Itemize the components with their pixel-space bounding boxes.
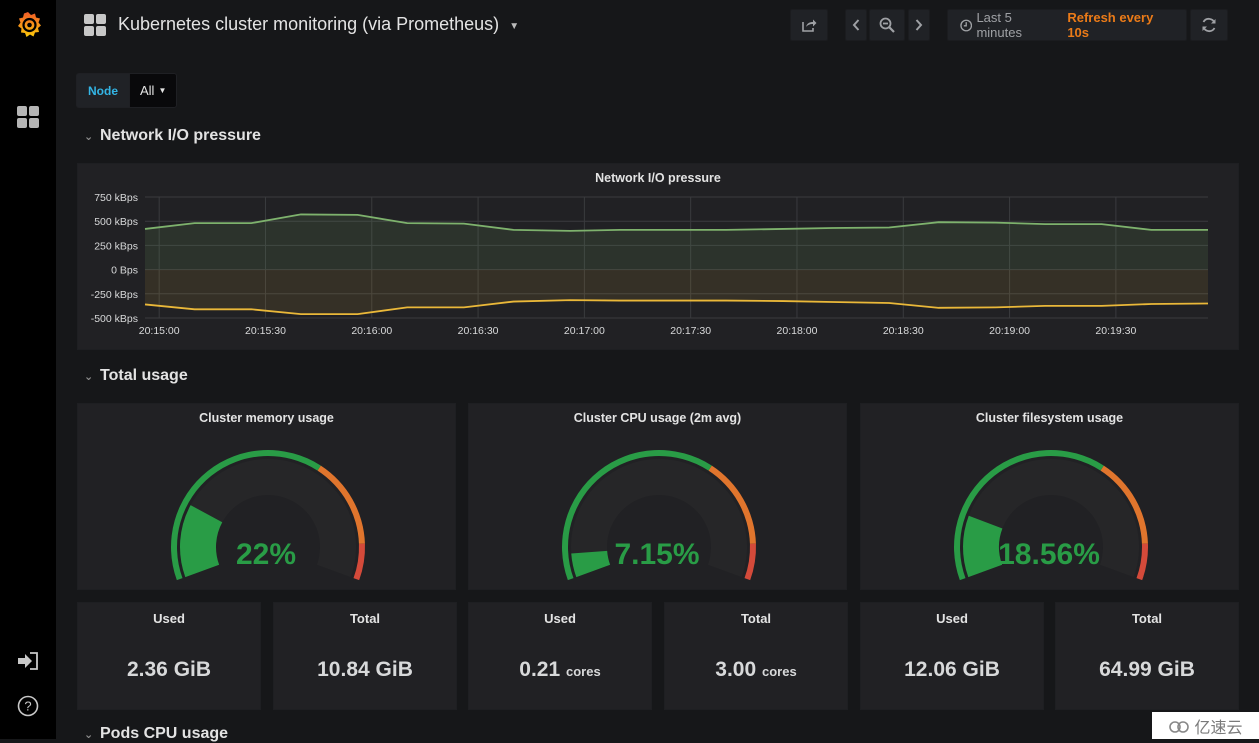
gauge-panel-cpu: Cluster CPU usage (2m avg) 7.15% xyxy=(468,403,847,590)
y-tick-label: 500 kBps xyxy=(94,216,138,228)
sidebar: ? xyxy=(0,0,56,739)
chevron-down-icon: ⌄ xyxy=(84,130,94,143)
chevron-left-icon xyxy=(852,19,860,31)
stat-title: Total xyxy=(740,611,772,626)
gauge-panel-filesystem: Cluster filesystem usage 18.56% xyxy=(860,403,1239,590)
variable-select-node[interactable]: All ▼ xyxy=(129,73,178,108)
stat-memory-used: Used 2.36 GiB xyxy=(77,602,261,710)
stat-memory-total: Total 10.84 GiB xyxy=(273,602,457,710)
row-title: Total usage xyxy=(100,367,188,384)
stat-fs-used: Used 12.06 GiB xyxy=(860,602,1044,710)
stat-title: Used xyxy=(936,611,968,626)
y-tick-label: 750 kBps xyxy=(94,192,138,204)
time-range-label: Last 5 minutes xyxy=(976,10,1022,40)
gauge-value-text: 18.56% xyxy=(998,538,1100,571)
variable-value: All xyxy=(140,83,155,98)
variable-label-node: Node xyxy=(76,73,129,108)
series-area-received xyxy=(145,214,1208,270)
clock-icon xyxy=(960,19,973,31)
chevron-right-icon xyxy=(915,19,923,31)
stat-value: 12.06 GiB xyxy=(904,658,1000,681)
x-tick-label: 20:19:30 xyxy=(1095,325,1136,337)
y-tick-label: 250 kBps xyxy=(94,240,138,252)
share-button[interactable] xyxy=(790,9,828,41)
zoom-out-icon xyxy=(879,17,895,33)
time-forward-button[interactable] xyxy=(908,9,930,41)
memory-gauge: 22% xyxy=(171,450,365,581)
dashboards-icon[interactable] xyxy=(0,104,56,130)
network-io-panel: Network I/O pressure 750 kBps 500 kBps 250… xyxy=(77,163,1239,350)
share-icon xyxy=(802,19,817,32)
stat-value: 0.21 cores xyxy=(519,658,601,681)
help-icon[interactable]: ? xyxy=(0,694,56,718)
chevron-down-icon: ⌄ xyxy=(84,370,94,383)
watermark: 亿速云 xyxy=(1152,712,1259,739)
stat-title: Total xyxy=(349,611,381,626)
dashboard-grid-icon xyxy=(84,14,106,36)
x-tick-label: 20:18:30 xyxy=(883,325,924,337)
stat-value: 10.84 GiB xyxy=(317,658,413,681)
row-title: Network I/O pressure xyxy=(100,127,261,144)
y-tick-label: 0 Bps xyxy=(111,265,138,277)
dashboard-title: Kubernetes cluster monitoring (via Prome… xyxy=(118,14,500,34)
row-header-pods-cpu[interactable]: ⌄ Pods CPU usage xyxy=(84,725,228,743)
series-area-transmitted xyxy=(145,269,1208,315)
x-tick-label: 20:17:00 xyxy=(564,325,605,337)
caret-down-icon: ▼ xyxy=(158,86,167,95)
sign-in-icon[interactable] xyxy=(0,650,56,672)
stat-value: 64.99 GiB xyxy=(1099,658,1195,681)
filesystem-gauge: 18.56% xyxy=(954,450,1148,581)
refresh-icon xyxy=(1202,17,1216,33)
stat-fs-total: Total 64.99 GiB xyxy=(1055,602,1239,710)
stat-value: 2.36 GiB xyxy=(126,658,212,681)
x-tick-label: 20:16:30 xyxy=(458,325,499,337)
x-tick-label: 20:18:00 xyxy=(777,325,818,337)
network-io-chart[interactable]: 750 kBps 500 kBps 250 kBps 0 Bps -250 kBps -5… xyxy=(78,164,1240,351)
stat-cpu-used: Used 0.21 cores xyxy=(468,602,652,710)
stat-title: Used xyxy=(153,611,185,626)
stat-title: Total xyxy=(1131,611,1163,626)
refresh-button[interactable] xyxy=(1190,9,1228,41)
x-tick-label: 20:15:00 xyxy=(139,325,180,337)
time-back-button[interactable] xyxy=(845,9,867,41)
gauge-value-bar xyxy=(571,550,611,578)
stat-title: Used xyxy=(544,611,576,626)
top-navbar: Kubernetes cluster monitoring (via Prome… xyxy=(56,0,1259,50)
gauge-value-text: 22% xyxy=(236,538,296,571)
grafana-logo-icon[interactable] xyxy=(0,6,56,44)
y-tick-label: -500 kBps xyxy=(91,313,138,325)
dashboard-main: Kubernetes cluster monitoring (via Prome… xyxy=(56,0,1259,742)
x-tick-label: 20:17:30 xyxy=(670,325,711,337)
zoom-out-button[interactable] xyxy=(869,9,905,41)
cpu-gauge: 7.15% xyxy=(562,450,756,581)
stat-cpu-total: Total 3.00 cores xyxy=(664,602,848,710)
gauge-value-text: 7.15% xyxy=(614,538,699,571)
y-tick-label: -250 kBps xyxy=(91,289,138,301)
row-header-total-usage[interactable]: ⌄ Total usage xyxy=(84,367,188,385)
refresh-interval-label: Refresh every 10s xyxy=(1067,10,1154,40)
time-range-picker[interactable]: Last 5 minutes Refresh every 10s xyxy=(947,9,1187,41)
gauge-panel-memory: Cluster memory usage 22% xyxy=(77,403,456,590)
template-variables: Node All ▼ xyxy=(76,73,178,108)
x-tick-label: 20:15:30 xyxy=(245,325,286,337)
x-tick-label: 20:19:00 xyxy=(989,325,1030,337)
caret-down-icon: ▼ xyxy=(509,21,520,32)
svg-text:?: ? xyxy=(24,699,31,714)
stat-value: 3.00 cores xyxy=(715,658,797,681)
cloud-logo-icon xyxy=(1169,720,1190,733)
dashboard-title-picker[interactable]: Kubernetes cluster monitoring (via Prome… xyxy=(118,14,519,35)
x-tick-label: 20:16:00 xyxy=(351,325,392,337)
row-title: Pods CPU usage xyxy=(100,725,229,742)
row-header-network[interactable]: ⌄ Network I/O pressure xyxy=(84,127,261,145)
